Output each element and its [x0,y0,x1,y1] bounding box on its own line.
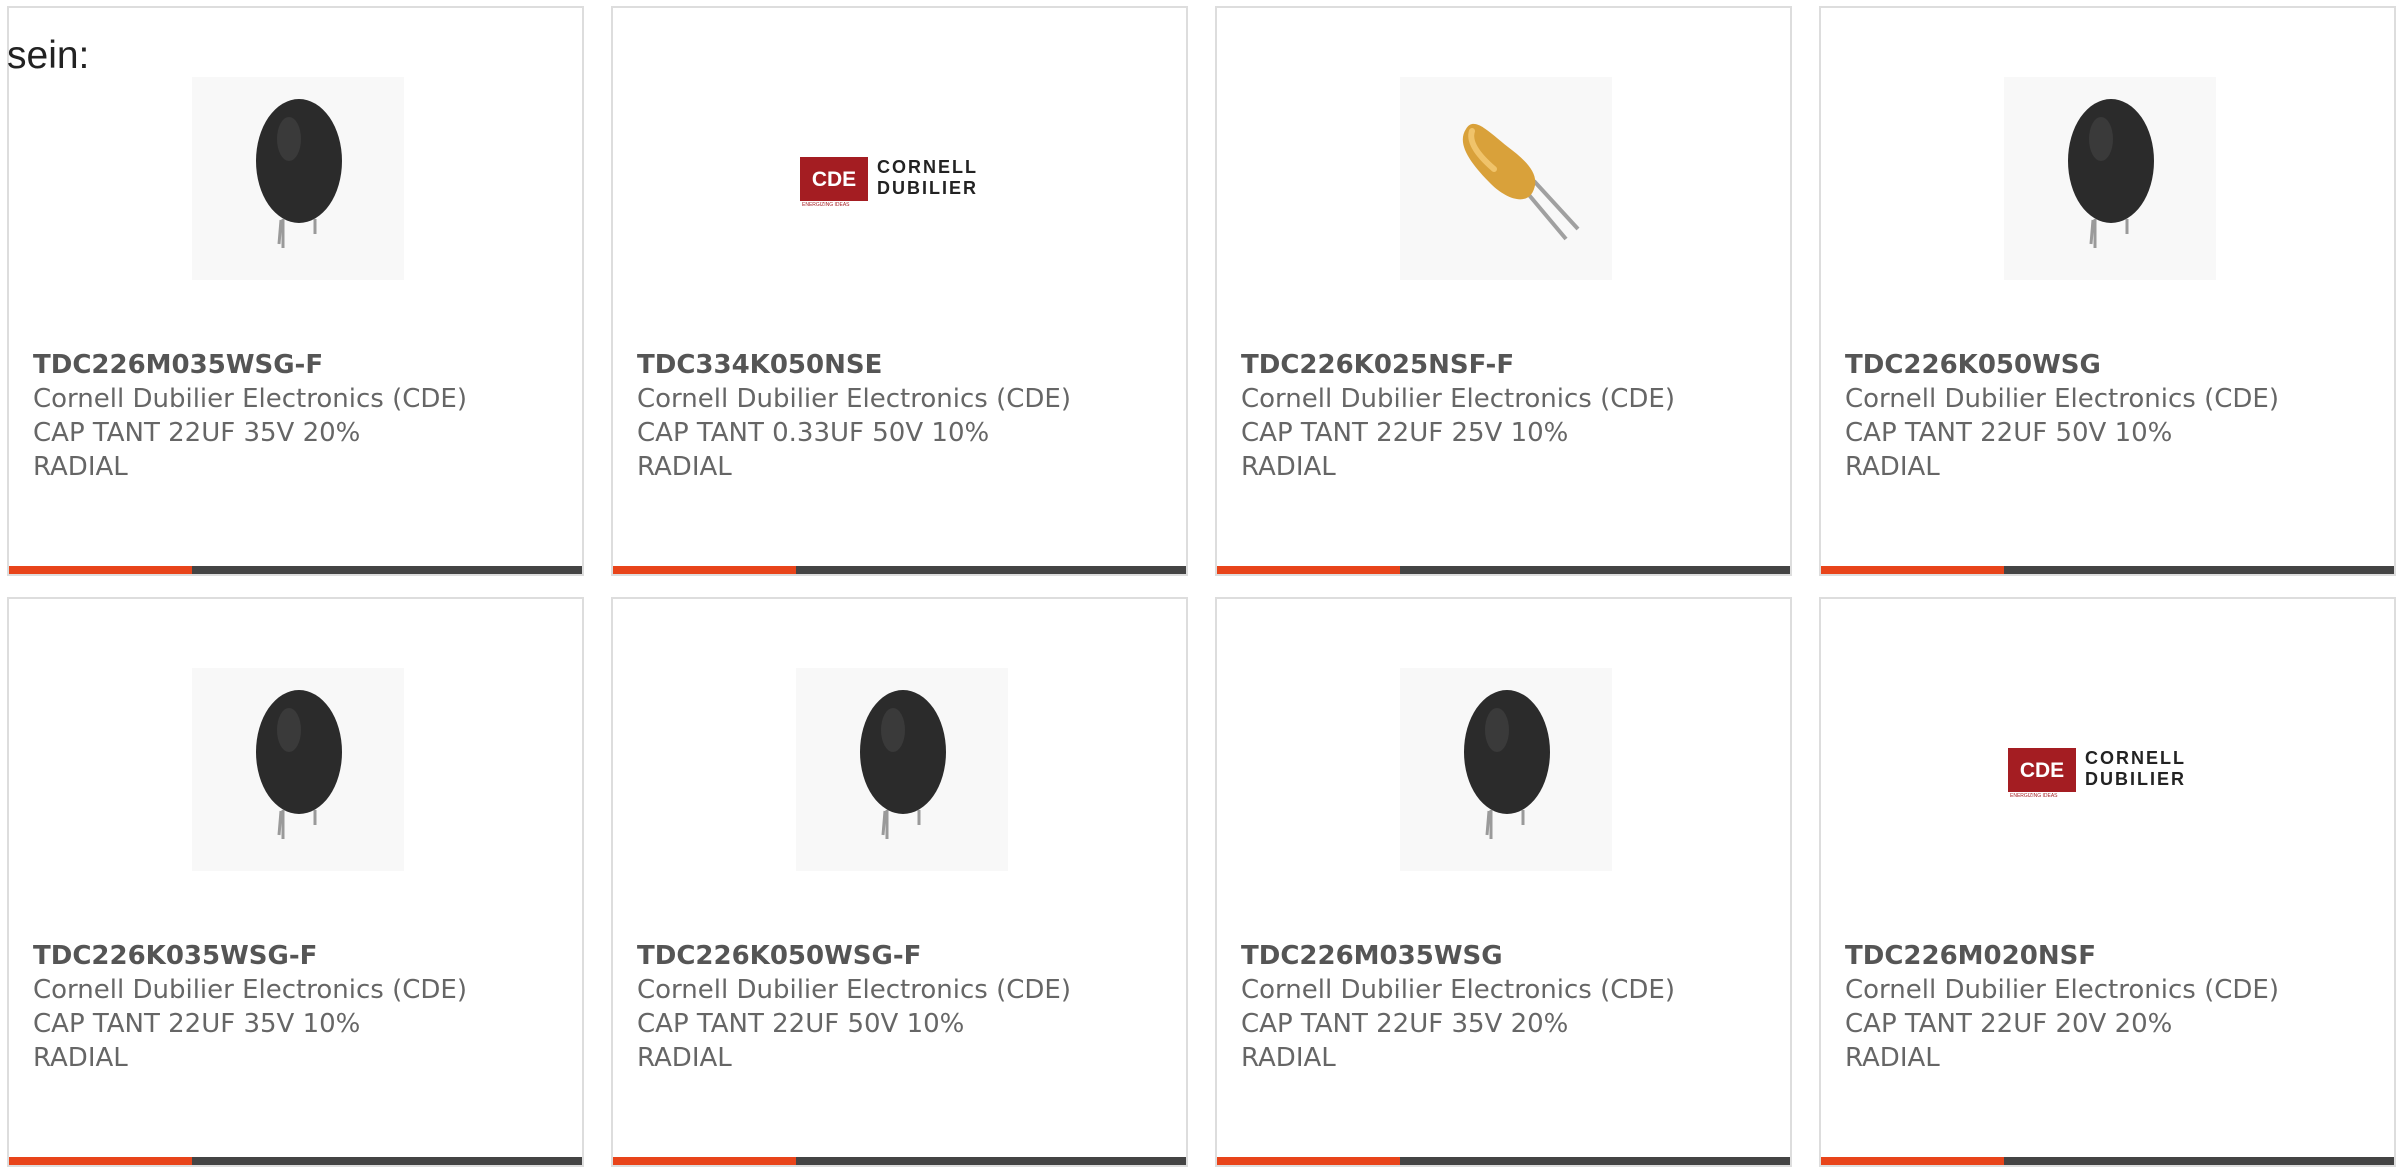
product-card[interactable]: TDC226M035WSG Cornell Dubilier Electroni… [1215,597,1792,1167]
part-number[interactable]: TDC334K050NSE [637,348,1176,382]
package: RADIAL [33,1043,128,1073]
manufacturer: Cornell Dubilier Electronics (CDE) [1241,975,1675,1005]
section-label: sein: [7,34,90,77]
card-bottom-bar [1217,1157,1790,1165]
product-card[interactable]: TDC226K025NSF-F Cornell Dubilier Electro… [1215,6,1792,576]
description: CAP TANT 22UF 35V 10% [33,1009,361,1039]
dipped-tantalum-capacitor-icon [1462,123,1580,240]
svg-text:CORNELL: CORNELL [877,157,978,177]
svg-text:CDE: CDE [812,168,856,191]
product-info: TDC226K050WSG Cornell Dubilier Electroni… [1845,348,2384,484]
description: CAP TANT 22UF 50V 10% [1845,418,2173,448]
manufacturer: Cornell Dubilier Electronics (CDE) [33,384,467,414]
accent-segment [9,566,192,574]
accent-segment [613,566,796,574]
accent-segment [1821,1157,2004,1165]
card-bottom-bar [1821,1157,2394,1165]
manufacturer: Cornell Dubilier Electronics (CDE) [1241,384,1675,414]
svg-text:ENERGIZING IDEAS: ENERGIZING IDEAS [802,202,850,208]
accent-segment [9,1157,192,1165]
package: RADIAL [637,452,732,482]
part-number[interactable]: TDC226K035WSG-F [33,939,572,973]
card-bottom-bar [1217,566,1790,574]
part-number[interactable]: TDC226M035WSG [1241,939,1780,973]
manufacturer: Cornell Dubilier Electronics (CDE) [637,975,1071,1005]
black-tantalum-capacitor-icon [860,689,946,839]
black-tantalum-capacitor-icon [1464,689,1550,839]
product-card[interactable]: CDE ENERGIZING IDEAS CORNELL DUBILIER TD… [1819,597,2396,1167]
card-bottom-bar [613,566,1186,574]
accent-segment [1217,566,1400,574]
part-number[interactable]: TDC226K025NSF-F [1241,348,1780,382]
product-card[interactable]: TDC226K035WSG-F Cornell Dubilier Electro… [7,597,584,1167]
product-card[interactable]: TDC226M035WSG-F Cornell Dubilier Electro… [7,6,584,576]
card-bottom-bar [1821,566,2394,574]
product-image[interactable] [192,77,404,280]
manufacturer: Cornell Dubilier Electronics (CDE) [1845,975,2279,1005]
package: RADIAL [1241,1043,1336,1073]
product-info: TDC226M035WSG Cornell Dubilier Electroni… [1241,939,1780,1075]
manufacturer: Cornell Dubilier Electronics (CDE) [637,384,1071,414]
product-image[interactable]: CDE ENERGIZING IDEAS CORNELL DUBILIER [796,77,1008,280]
description: CAP TANT 22UF 25V 10% [1241,418,1569,448]
product-info: TDC226K025NSF-F Cornell Dubilier Electro… [1241,348,1780,484]
description: CAP TANT 22UF 35V 20% [1241,1009,1569,1039]
product-card[interactable]: TDC226K050WSG Cornell Dubilier Electroni… [1819,6,2396,576]
card-bottom-bar [613,1157,1186,1165]
part-number[interactable]: TDC226K050WSG-F [637,939,1176,973]
product-image[interactable] [1400,77,1612,280]
product-info: TDC226K050WSG-F Cornell Dubilier Electro… [637,939,1176,1075]
product-image[interactable]: CDE ENERGIZING IDEAS CORNELL DUBILIER [2004,668,2216,871]
description: CAP TANT 0.33UF 50V 10% [637,418,990,448]
black-tantalum-capacitor-icon [256,689,342,839]
cde-logo: CDE ENERGIZING IDEAS CORNELL DUBILIER [2008,747,2186,799]
product-grid: TDC226M035WSG-F Cornell Dubilier Electro… [0,0,2400,1167]
cde-logo: CDE ENERGIZING IDEAS CORNELL DUBILIER [800,156,978,208]
package: RADIAL [33,452,128,482]
svg-text:DUBILIER: DUBILIER [2085,769,2186,789]
accent-segment [613,1157,796,1165]
package: RADIAL [1845,452,1940,482]
product-info: TDC334K050NSE Cornell Dubilier Electroni… [637,348,1176,484]
part-number[interactable]: TDC226M020NSF [1845,939,2384,973]
accent-segment [1821,566,2004,574]
package: RADIAL [1845,1043,1940,1073]
description: CAP TANT 22UF 35V 20% [33,418,361,448]
product-image[interactable] [796,668,1008,871]
card-bottom-bar [9,566,582,574]
part-number[interactable]: TDC226M035WSG-F [33,348,572,382]
product-info: TDC226M020NSF Cornell Dubilier Electroni… [1845,939,2384,1075]
manufacturer: Cornell Dubilier Electronics (CDE) [33,975,467,1005]
product-card[interactable]: TDC226K050WSG-F Cornell Dubilier Electro… [611,597,1188,1167]
product-image[interactable] [1400,668,1612,871]
package: RADIAL [637,1043,732,1073]
product-image[interactable] [2004,77,2216,280]
product-info: TDC226M035WSG-F Cornell Dubilier Electro… [33,348,572,484]
description: CAP TANT 22UF 20V 20% [1845,1009,2173,1039]
accent-segment [1217,1157,1400,1165]
part-number[interactable]: TDC226K050WSG [1845,348,2384,382]
card-bottom-bar [9,1157,582,1165]
product-image[interactable] [192,668,404,871]
description: CAP TANT 22UF 50V 10% [637,1009,965,1039]
svg-text:DUBILIER: DUBILIER [877,178,978,198]
package: RADIAL [1241,452,1336,482]
black-tantalum-capacitor-icon [256,98,342,248]
product-info: TDC226K035WSG-F Cornell Dubilier Electro… [33,939,572,1075]
svg-text:CDE: CDE [2020,759,2064,782]
product-card[interactable]: CDE ENERGIZING IDEAS CORNELL DUBILIER TD… [611,6,1188,576]
svg-text:ENERGIZING IDEAS: ENERGIZING IDEAS [2010,793,2058,799]
svg-text:CORNELL: CORNELL [2085,748,2186,768]
black-tantalum-capacitor-icon [2068,98,2154,248]
manufacturer: Cornell Dubilier Electronics (CDE) [1845,384,2279,414]
